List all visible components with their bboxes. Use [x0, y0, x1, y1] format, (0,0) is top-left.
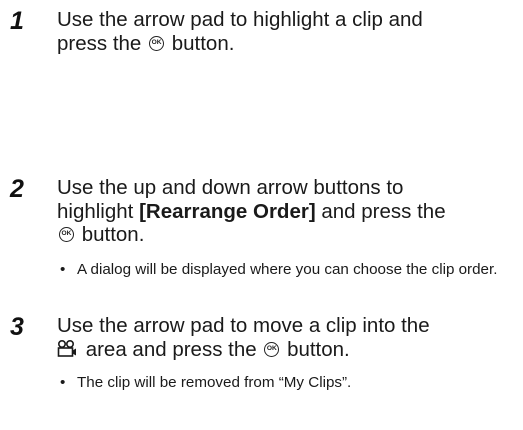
ok-button-icon	[59, 227, 74, 242]
step-instruction: Use the arrow pad to move a clip into th…	[57, 314, 512, 361]
bullet-marker: •	[60, 261, 66, 278]
bullet-marker: •	[60, 374, 66, 391]
menu-option-label: [Rearrange Order]	[139, 199, 316, 223]
step-number: 1	[10, 7, 24, 35]
step-note: • A dialog will be displayed where you c…	[60, 261, 498, 278]
step-instruction: Use the up and down arrow buttons to hig…	[57, 176, 512, 247]
ok-button-icon	[149, 35, 165, 51]
step-number: 3	[10, 313, 24, 341]
step-number: 2	[10, 175, 24, 203]
step-instruction: Use the arrow pad to highlight a clip an…	[57, 8, 512, 55]
ok-button-icon	[264, 341, 280, 357]
step-note: • The clip will be removed from “My Clip…	[60, 374, 352, 391]
clip-area-icon	[57, 339, 76, 357]
